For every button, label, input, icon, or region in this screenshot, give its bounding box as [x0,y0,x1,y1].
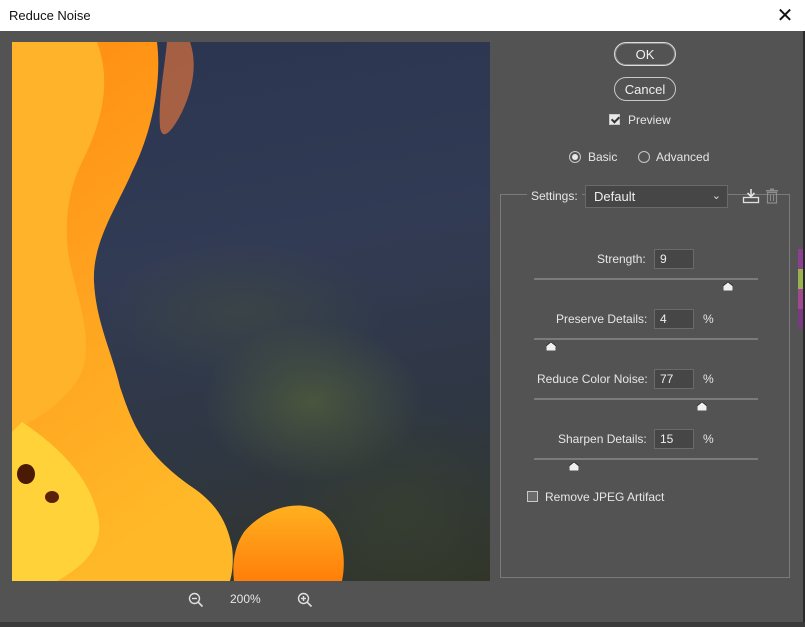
sharpen-details-label: Sharpen Details: [558,432,647,446]
ok-button[interactable]: OK [614,42,676,66]
title-bar: Reduce Noise ✕ [0,0,805,32]
reduce-color-noise-unit: % [703,372,714,386]
zoom-out-button[interactable] [188,591,204,609]
advanced-radio[interactable] [638,151,650,163]
chevron-down-icon: ⌄ [711,190,721,202]
save-preset-icon [742,189,760,204]
settings-label: Settings: [527,189,582,203]
settings-dropdown[interactable]: Default ⌄ [585,185,728,208]
zoom-level: 200% [230,592,261,606]
remove-jpeg-label: Remove JPEG Artifact [545,490,665,504]
preserve-details-unit: % [703,312,714,326]
strength-slider-thumb[interactable] [723,282,734,291]
reduce-noise-dialog: 200% OK Cancel Preview Basic Advanced Se… [0,31,805,622]
close-icon: ✕ [776,5,794,27]
reduce-color-noise-label: Reduce Color Noise: [537,372,648,386]
preview-checkbox[interactable] [609,114,620,125]
preserve-details-input[interactable]: 4 [654,309,694,329]
strength-label: Strength: [597,252,646,266]
settings-value: Default [594,189,636,204]
preserve-details-label: Preserve Details: [556,312,648,326]
basic-radio[interactable] [569,151,581,163]
reduce-color-noise-input[interactable]: 77 [654,369,694,389]
sharpen-details-slider-thumb[interactable] [568,462,579,471]
preview-image[interactable] [12,42,490,581]
zoom-in-icon [297,592,313,608]
advanced-label: Advanced [656,150,710,164]
background-strip [798,249,803,329]
sharpen-details-input[interactable]: 15 [654,429,694,449]
delete-preset-button[interactable] [765,188,781,204]
strength-input[interactable]: 9 [654,249,694,269]
cancel-button[interactable]: Cancel [614,77,676,101]
remove-jpeg-checkbox[interactable] [527,491,538,502]
trash-icon [766,188,778,204]
save-preset-button[interactable] [742,188,760,204]
strength-slider-track[interactable] [534,278,758,280]
preserve-details-slider-track[interactable] [534,338,758,340]
zoom-out-icon [188,592,204,608]
close-button[interactable]: ✕ [765,0,805,31]
flame-image [12,42,344,581]
reduce-color-noise-slider-track[interactable] [534,398,758,400]
sharpen-details-slider-track[interactable] [534,458,758,460]
sharpen-details-unit: % [703,432,714,446]
zoom-in-button[interactable] [297,591,313,609]
basic-label: Basic [588,150,618,164]
window-title: Reduce Noise [9,8,91,23]
preview-label: Preview [628,113,671,127]
preserve-details-slider-thumb[interactable] [546,342,557,351]
reduce-color-noise-slider-thumb[interactable] [696,402,707,411]
